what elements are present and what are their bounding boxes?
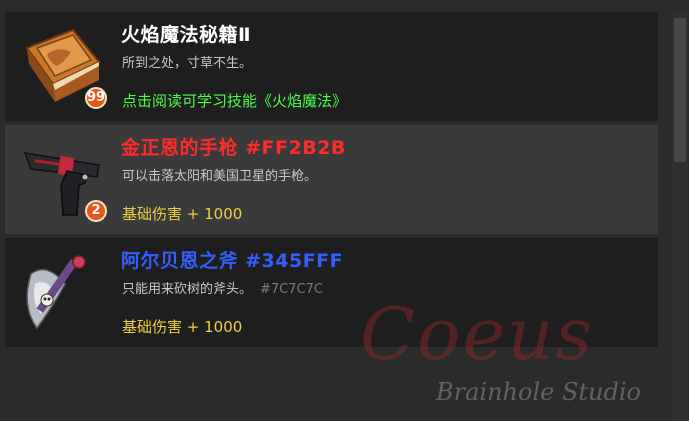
watermark-subtitle: Brainhole Studio [436, 378, 641, 406]
vertical-scrollbar[interactable] [671, 14, 689, 421]
item-title: 金正恩的手枪 #FF2B2B [121, 137, 346, 159]
inventory-item[interactable]: 99 火焰魔法秘籍Ⅱ 所到之处，寸草不生。 点击阅读可学习技能《火焰魔法》 [5, 12, 658, 121]
watermark-logo: Coeus [360, 292, 595, 376]
item-damage-stat: 基础伤害 + 1000 [122, 318, 243, 336]
item-skill-hint: 点击阅读可学习技能《火焰魔法》 [122, 92, 348, 110]
item-title: 火焰魔法秘籍Ⅱ [121, 24, 252, 46]
axe-icon [13, 244, 109, 340]
item-description: 所到之处，寸草不生。 [122, 56, 253, 71]
scrollbar-thumb[interactable] [674, 18, 686, 162]
inventory-item[interactable]: 2 金正恩的手枪 #FF2B2B 可以击落太阳和美国卫星的手枪。 基础伤害 + … [5, 125, 658, 234]
item-title: 阿尔贝恩之斧 #345FFF [121, 250, 344, 272]
stack-count-badge: 2 [85, 200, 107, 222]
item-damage-stat: 基础伤害 + 1000 [122, 205, 243, 223]
item-description: 可以击落太阳和美国卫星的手枪。 [122, 169, 318, 184]
stack-count-badge: 99 [85, 87, 107, 109]
description-color-tag: #7C7C7C [260, 282, 323, 297]
item-description: 只能用来砍树的斧头。 #7C7C7C [122, 282, 323, 297]
studio-watermark: Coeus Brainhole Studio [360, 292, 665, 417]
